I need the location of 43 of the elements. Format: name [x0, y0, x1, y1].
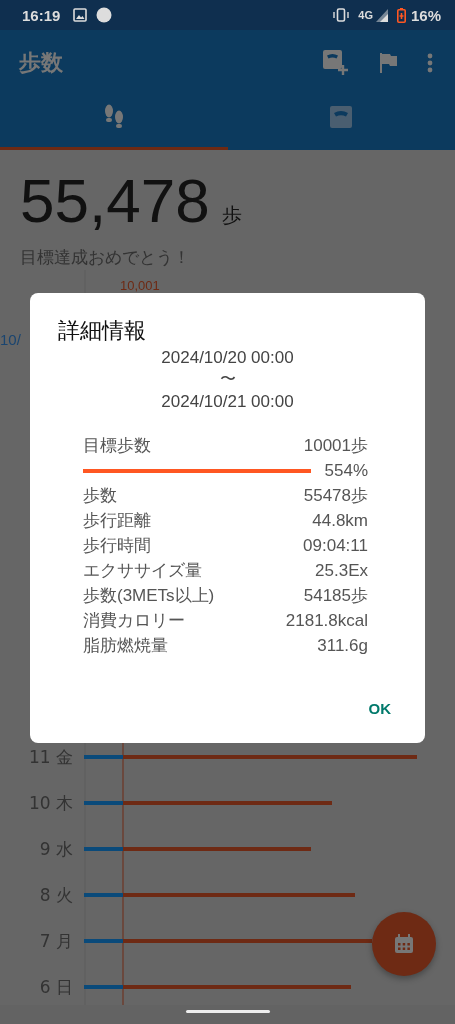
stat-label: エクササイズ量: [83, 560, 202, 582]
step-count: 55,478: [20, 166, 210, 236]
stat-value: 2181.8kcal: [285, 610, 368, 631]
flag-icon[interactable]: [379, 52, 397, 73]
stat-label: 目標歩数: [83, 435, 151, 457]
stat-value: 25.3Ex: [315, 560, 368, 581]
range-start: 2024/10/20 00:00: [160, 347, 295, 369]
vibrate-icon: [333, 8, 350, 22]
app-title: 歩数: [19, 48, 63, 77]
calendar-button[interactable]: [372, 912, 436, 976]
step-unit: 歩: [221, 203, 242, 228]
stat-label: 消費カロリー: [83, 610, 185, 632]
date-label: 10/: [0, 331, 21, 348]
stat-value: 09:04:11: [303, 535, 368, 556]
battery-percent: 16%: [410, 6, 441, 24]
image-icon: [73, 8, 88, 22]
stat-label: 歩行時間: [83, 535, 151, 557]
stat-label: 歩数: [83, 485, 117, 507]
stat-value: 55478歩: [303, 485, 368, 507]
network-label: 4G: [358, 9, 373, 21]
stat-label: 脂肪燃焼量: [83, 635, 168, 657]
stat-value: 10001歩: [303, 435, 368, 457]
stat-value: 311.6g: [317, 635, 368, 656]
range-end: 2024/10/21 00:00: [160, 391, 295, 413]
home-handle[interactable]: [185, 1010, 270, 1013]
goal-label: 10,001: [120, 278, 160, 293]
scale-add-icon[interactable]: [323, 49, 349, 76]
dialog-title: 詳細情報: [57, 317, 147, 345]
goal-percent: 554%: [324, 460, 368, 481]
stat-value: 44.8km: [312, 510, 368, 531]
footprints-icon: [102, 104, 125, 130]
stat-value: 54185歩: [303, 585, 368, 607]
calendar-icon: [394, 934, 414, 954]
status-time: 16:19: [22, 6, 61, 24]
more-icon[interactable]: [427, 52, 433, 73]
battery-icon: [396, 7, 406, 23]
scale-icon: [330, 106, 353, 128]
stat-label: 歩数(3METs以上): [83, 585, 215, 607]
stat-label: 歩行距離: [83, 510, 151, 532]
circle-icon: [96, 7, 113, 23]
range-separator: 〜: [218, 369, 237, 389]
signal-icon: [375, 8, 388, 22]
ok-button[interactable]: OK: [362, 692, 397, 725]
